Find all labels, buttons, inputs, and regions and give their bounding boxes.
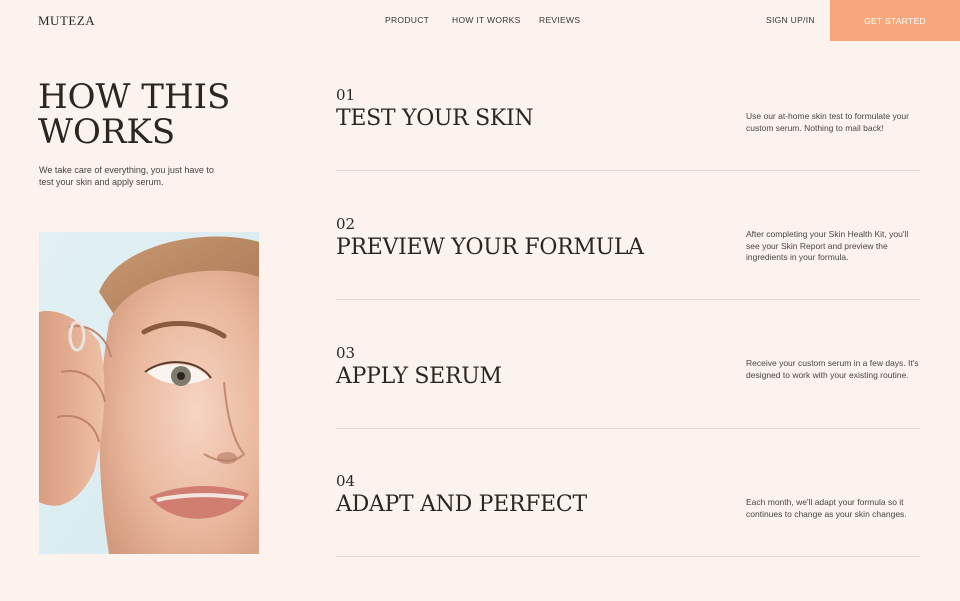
page-subtitle: We take care of everything, you just hav…: [39, 165, 214, 187]
step-description: Receive your custom serum in a few days.…: [746, 358, 919, 380]
step-number: 02: [336, 215, 356, 233]
step-title: ADAPT AND PERFECT: [336, 492, 587, 517]
nav-how-it-works-link[interactable]: HOW IT WORKS: [452, 15, 521, 25]
step-title: TEST YOUR SKIN: [336, 106, 534, 131]
step-divider: [336, 556, 920, 557]
step-number: 03: [336, 344, 356, 362]
page-title-line-1: HOW THIS: [38, 77, 231, 117]
step-divider: [336, 170, 920, 171]
step-description: Use our at-home skin test to formulate y…: [746, 111, 909, 133]
step-description: After completing your Skin Health Kit, y…: [746, 229, 909, 262]
step-divider: [336, 299, 920, 300]
step-title: APPLY SERUM: [336, 364, 502, 389]
step-3: 03 APPLY SERUM Receive your custom serum…: [336, 344, 920, 473]
step-title: PREVIEW YOUR FORMULA: [336, 235, 644, 260]
step-description: Each month, we'll adapt your formula so …: [746, 497, 907, 519]
get-started-button[interactable]: GET STARTED: [830, 0, 960, 41]
step-number: 01: [336, 86, 356, 104]
nav-product-link[interactable]: PRODUCT: [385, 15, 429, 25]
page-title: HOW THIS WORKS: [38, 80, 230, 150]
step-number: 04: [336, 472, 356, 490]
step-2: 02 PREVIEW YOUR FORMULA After completing…: [336, 215, 920, 344]
sign-up-in-link[interactable]: SIGN UP/IN: [766, 15, 815, 25]
page-title-line-2: WORKS: [38, 112, 176, 152]
step-1: 01 TEST YOUR SKIN Use our at-home skin t…: [336, 86, 920, 215]
model-portrait-image: [39, 232, 259, 554]
nav-reviews-link[interactable]: REVIEWS: [539, 15, 580, 25]
step-4: 04 ADAPT AND PERFECT Each month, we'll a…: [336, 472, 920, 601]
step-divider: [336, 428, 920, 429]
brand-logo[interactable]: MUTEZA: [38, 13, 95, 29]
